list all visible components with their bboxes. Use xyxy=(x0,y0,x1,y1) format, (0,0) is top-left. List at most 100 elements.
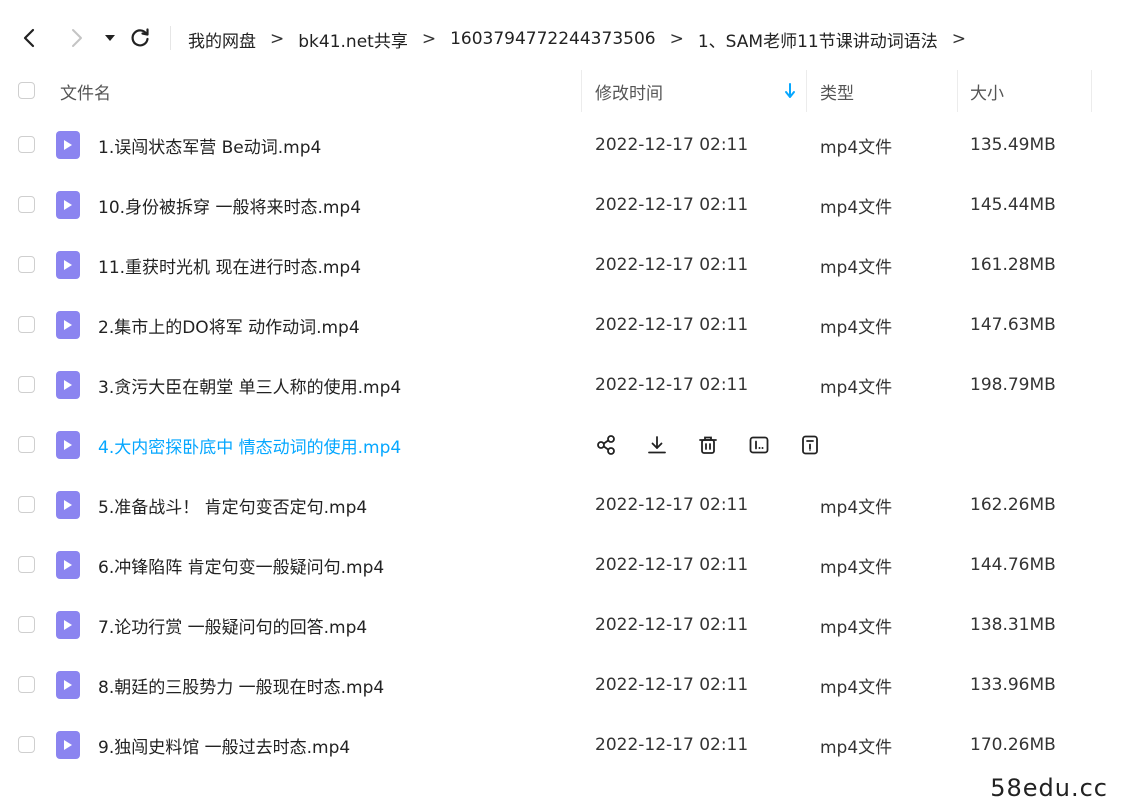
breadcrumb-separator: > xyxy=(270,29,285,49)
file-row[interactable]: 6.冲锋陷阵 肯定句变一般疑问句.mp4 2022-12-17 02:11 mp4文… xyxy=(0,535,1095,595)
file-modified-time: 2022-12-17 02:11 xyxy=(595,615,749,635)
download-icon[interactable] xyxy=(645,433,669,457)
row-checkbox[interactable] xyxy=(18,736,35,753)
delete-icon[interactable] xyxy=(696,433,720,457)
file-name[interactable]: 5.准备战斗！ 肯定句变否定句.mp4 xyxy=(98,475,367,535)
file-size: 145.44MB xyxy=(970,195,1056,215)
file-name[interactable]: 3.贪污大臣在朝堂 单三人称的使用.mp4 xyxy=(98,355,401,415)
file-name[interactable]: 8.朝廷的三股势力 一般现在时态.mp4 xyxy=(98,655,384,715)
file-type: mp4文件 xyxy=(820,317,893,338)
file-name[interactable]: 7.论功行赏 一般疑问句的回答.mp4 xyxy=(98,595,367,655)
file-type: mp4文件 xyxy=(820,377,893,398)
video-file-icon xyxy=(56,551,80,579)
file-row[interactable]: 10.身份被拆穿 一般将来时态.mp4 2022-12-17 02:11 mp4文件… xyxy=(0,175,1095,235)
video-file-icon xyxy=(56,311,80,339)
file-size: 161.28MB xyxy=(970,255,1056,275)
file-type: mp4文件 xyxy=(820,557,893,578)
watermark: 58edu.cc xyxy=(990,774,1108,802)
breadcrumb-separator: > xyxy=(951,29,966,49)
file-name[interactable]: 2.集市上的DO将军 动作动词.mp4 xyxy=(98,295,360,355)
row-checkbox[interactable] xyxy=(18,316,35,333)
row-checkbox[interactable] xyxy=(18,676,35,693)
row-checkbox[interactable] xyxy=(18,616,35,633)
row-checkbox[interactable] xyxy=(18,256,35,273)
breadcrumb-item[interactable]: 1、SAM老师11节课讲动词语法 xyxy=(698,27,938,52)
column-divider xyxy=(581,70,582,112)
row-checkbox[interactable] xyxy=(18,496,35,513)
refresh-button[interactable] xyxy=(126,24,154,52)
video-file-icon xyxy=(56,191,80,219)
file-type: mp4文件 xyxy=(820,617,893,638)
file-name[interactable]: 6.冲锋陷阵 肯定句变一般疑问句.mp4 xyxy=(98,535,384,595)
file-size: 147.63MB xyxy=(970,315,1056,335)
back-button[interactable] xyxy=(16,24,44,52)
file-row[interactable]: 8.朝廷的三股势力 一般现在时态.mp4 2022-12-17 02:11 mp4文… xyxy=(0,655,1095,715)
file-row[interactable]: 5.准备战斗！ 肯定句变否定句.mp4 2022-12-17 02:11 mp4文件… xyxy=(0,475,1095,535)
file-row[interactable]: 11.重获时光机 现在进行时态.mp4 2022-12-17 02:11 mp4文件… xyxy=(0,235,1095,295)
file-type: mp4文件 xyxy=(820,497,893,518)
forward-button[interactable] xyxy=(62,24,90,52)
row-checkbox[interactable] xyxy=(18,556,35,573)
details-icon[interactable] xyxy=(798,433,822,457)
file-modified-time: 2022-12-17 02:11 xyxy=(595,495,749,515)
file-row[interactable]: 1.误闯状态军营 Be动词.mp4 2022-12-17 02:11 mp4文件 13… xyxy=(0,115,1095,175)
row-checkbox[interactable] xyxy=(18,436,35,453)
file-type: mp4文件 xyxy=(820,137,893,158)
breadcrumb-item[interactable]: 我的网盘 xyxy=(188,27,256,52)
file-row[interactable]: 3.贪污大臣在朝堂 单三人称的使用.mp4 2022-12-17 02:11 mp4… xyxy=(0,355,1095,415)
file-modified-time: 2022-12-17 02:11 xyxy=(595,195,749,215)
file-size: 144.76MB xyxy=(970,555,1056,575)
column-header-type[interactable]: 类型 xyxy=(820,66,854,116)
file-list-header: 文件名 修改时间 类型 大小 xyxy=(0,66,1095,116)
file-type: mp4文件 xyxy=(820,677,893,698)
breadcrumb-separator: > xyxy=(421,29,437,49)
file-modified-time: 2022-12-17 02:11 xyxy=(595,135,749,155)
file-type: mp4文件 xyxy=(820,257,893,278)
video-file-icon xyxy=(56,251,80,279)
caret-down-icon xyxy=(105,35,115,41)
file-modified-time: 2022-12-17 02:11 xyxy=(595,315,749,335)
file-modified-time: 2022-12-17 02:11 xyxy=(595,375,749,395)
video-file-icon xyxy=(56,131,80,159)
file-type: mp4文件 xyxy=(820,737,893,758)
breadcrumb-item[interactable]: 1603794772244373506 xyxy=(450,29,656,49)
file-row[interactable]: 9.独闯史料馆 一般过去时态.mp4 2022-12-17 02:11 mp4文件 1… xyxy=(0,715,1095,775)
file-row[interactable]: 4.大内密探卧底中 情态动词的使用.mp4 xyxy=(0,415,1095,475)
refresh-icon xyxy=(131,28,149,47)
column-header-modified[interactable]: 修改时间 xyxy=(595,66,663,116)
file-name[interactable]: 11.重获时光机 现在进行时态.mp4 xyxy=(98,235,361,295)
row-checkbox[interactable] xyxy=(18,136,35,153)
row-checkbox[interactable] xyxy=(18,376,35,393)
row-actions xyxy=(594,415,849,475)
file-row[interactable]: 7.论功行赏 一般疑问句的回答.mp4 2022-12-17 02:11 mp4文件… xyxy=(0,595,1095,655)
file-modified-time: 2022-12-17 02:11 xyxy=(595,675,749,695)
select-all-checkbox[interactable] xyxy=(18,82,35,99)
column-divider xyxy=(806,70,807,112)
breadcrumb-item[interactable]: bk41.net共享 xyxy=(298,27,408,52)
file-size: 198.79MB xyxy=(970,375,1056,395)
history-dropdown-button[interactable] xyxy=(96,24,124,52)
column-divider xyxy=(1091,70,1092,112)
file-name[interactable]: 4.大内密探卧底中 情态动词的使用.mp4 xyxy=(98,415,401,475)
rename-icon[interactable] xyxy=(747,433,771,457)
file-name[interactable]: 10.身份被拆穿 一般将来时态.mp4 xyxy=(98,175,361,235)
file-modified-time: 2022-12-17 02:11 xyxy=(595,735,749,755)
sort-desc-icon[interactable] xyxy=(784,66,796,116)
file-name[interactable]: 9.独闯史料馆 一般过去时态.mp4 xyxy=(98,715,350,775)
row-checkbox[interactable] xyxy=(18,196,35,213)
file-row[interactable]: 2.集市上的DO将军 动作动词.mp4 2022-12-17 02:11 mp4文件… xyxy=(0,295,1095,355)
breadcrumb: 我的网盘 > bk41.net共享 > 1603794772244373506 … xyxy=(188,26,980,52)
file-size: 133.96MB xyxy=(970,675,1056,695)
column-divider xyxy=(957,70,958,112)
share-icon[interactable] xyxy=(594,433,618,457)
toolbar-divider xyxy=(170,26,171,50)
file-name[interactable]: 1.误闯状态军营 Be动词.mp4 xyxy=(98,115,321,175)
chevron-left-icon xyxy=(23,28,35,48)
file-size: 170.26MB xyxy=(970,735,1056,755)
file-modified-time: 2022-12-17 02:11 xyxy=(595,255,749,275)
video-file-icon xyxy=(56,671,80,699)
column-header-size[interactable]: 大小 xyxy=(970,66,1004,116)
file-size: 135.49MB xyxy=(970,135,1056,155)
column-header-name[interactable]: 文件名 xyxy=(60,66,111,116)
video-file-icon xyxy=(56,731,80,759)
